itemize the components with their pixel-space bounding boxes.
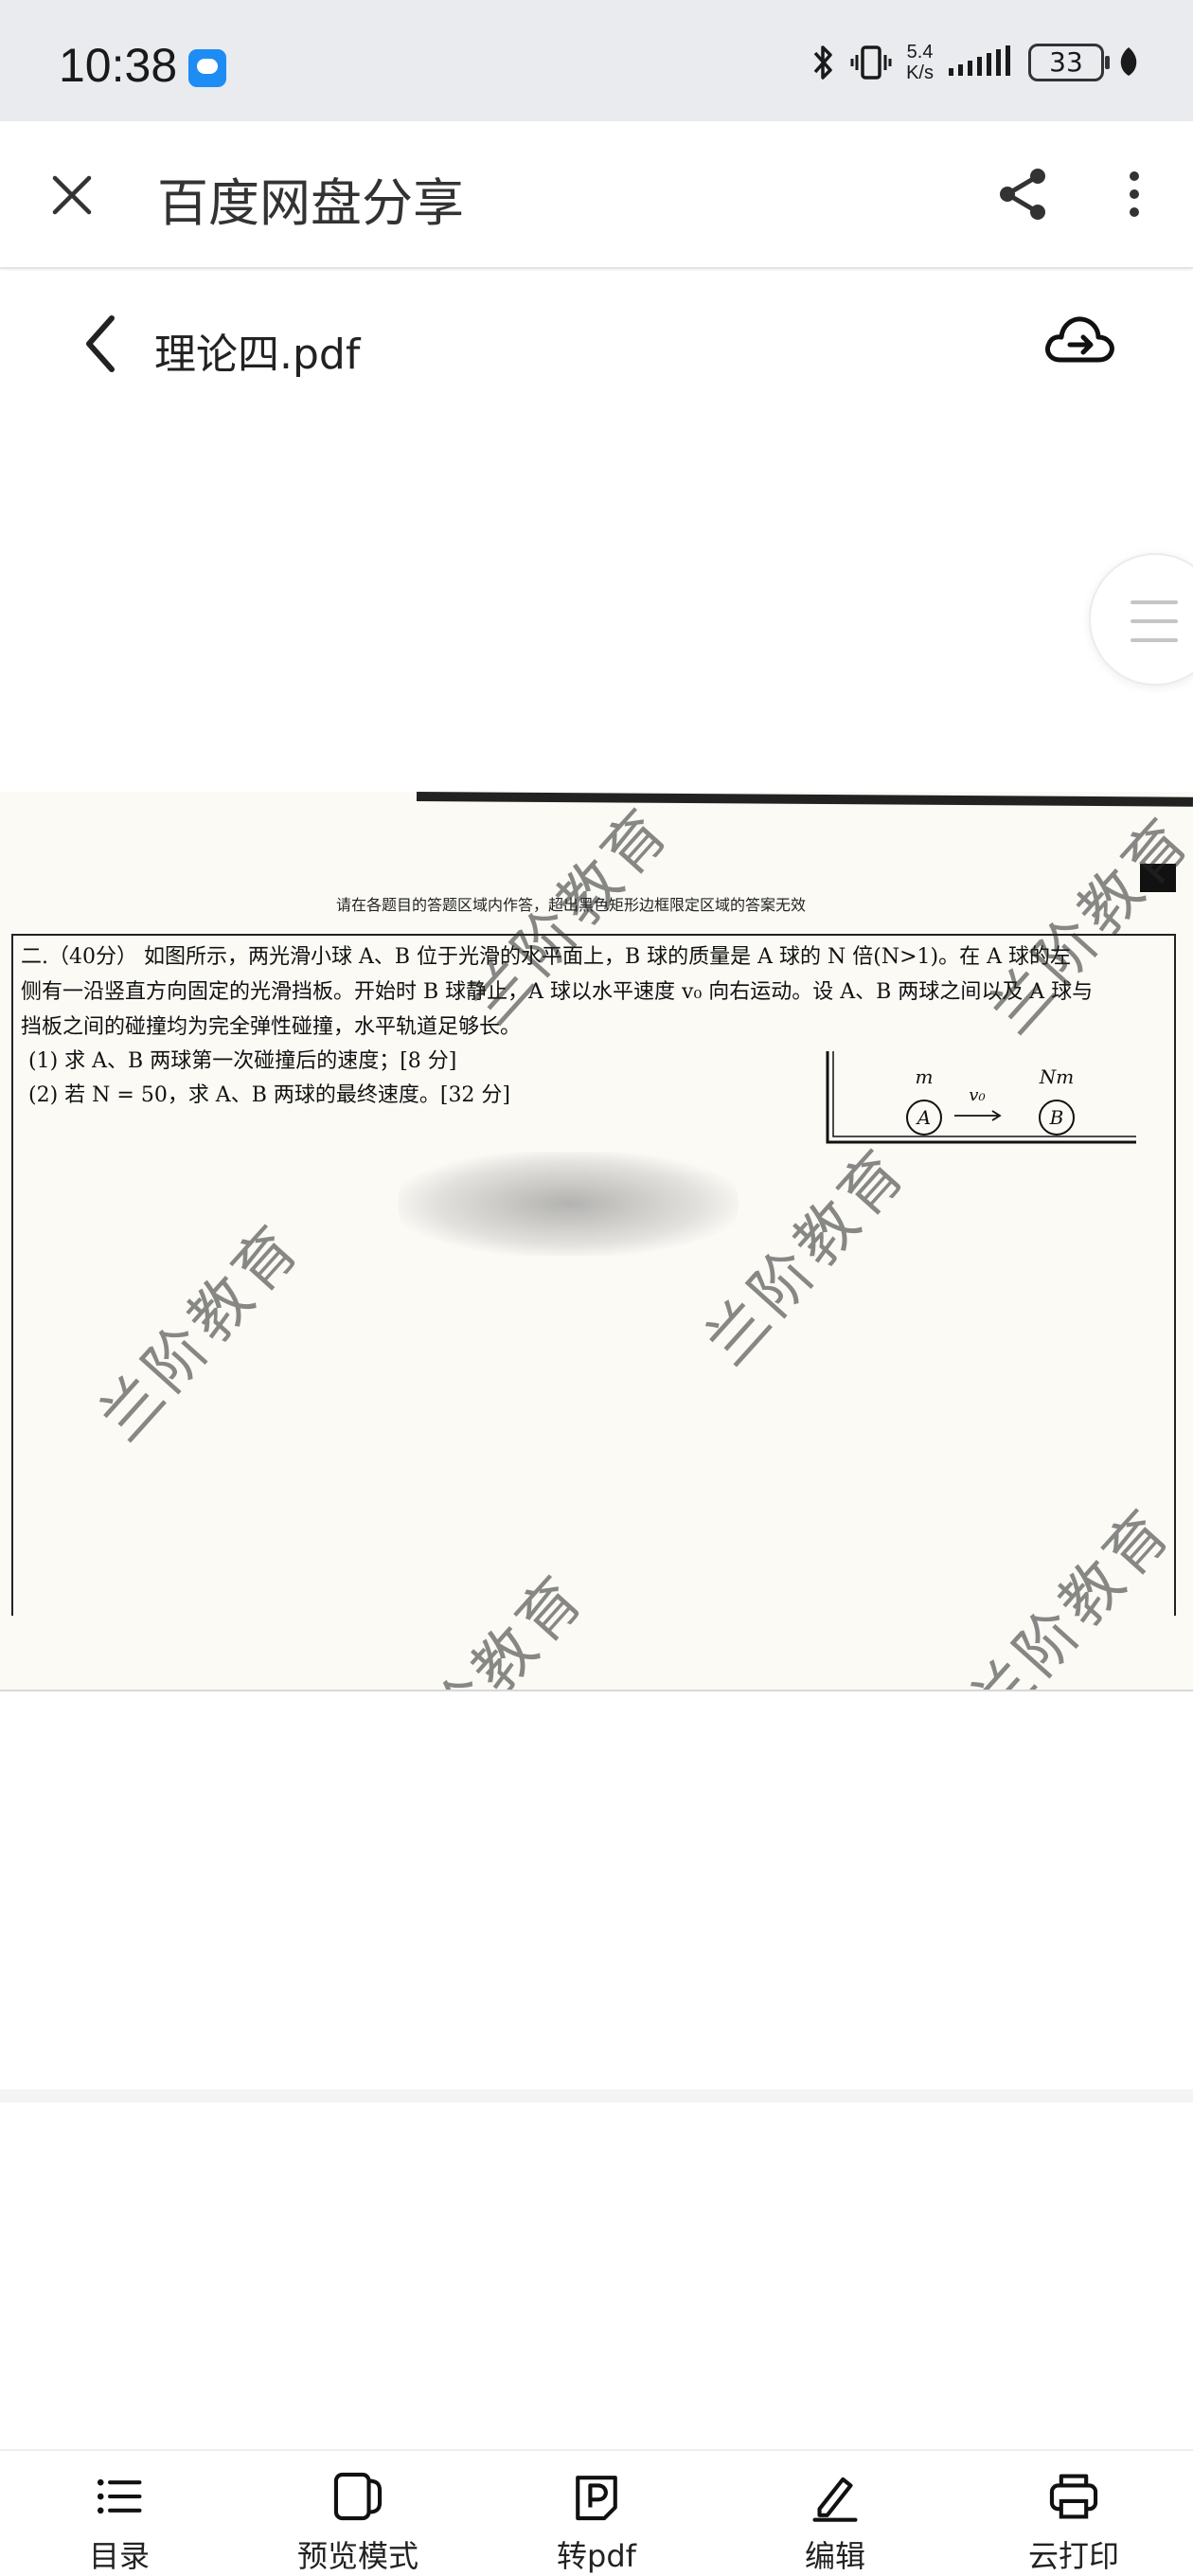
close-icon[interactable] (47, 170, 97, 220)
toolbar-item-toc[interactable]: 目录 (0, 2451, 239, 2576)
more-vertical-icon[interactable] (1113, 165, 1155, 224)
bottom-toolbar: 目录 预览模式 转pdf 编辑 云打印 (0, 2449, 1193, 2576)
edit-pen-icon (812, 2477, 858, 2522)
toolbar-label: 预览模式 (296, 2538, 418, 2574)
share-icon[interactable] (994, 165, 1053, 224)
sub-question-2: (2) 若 N = 50，求 A、B 两球的最终速度。[32 分] (28, 1083, 511, 1107)
side-menu-handle[interactable] (1089, 553, 1193, 686)
handle-line (1131, 619, 1178, 623)
toolbar-item-edit[interactable]: 编辑 (716, 2451, 954, 2576)
ball-a-label: A (916, 1106, 931, 1129)
chat-bubble-icon (188, 49, 226, 87)
toolbar-label: 云打印 (1027, 2538, 1119, 2574)
mass-a-label: m (916, 1065, 934, 1088)
vibrate-icon (850, 45, 892, 80)
page-top-edge (416, 792, 1193, 807)
list-icon (97, 2478, 142, 2514)
app-title: 百度网盘分享 (157, 173, 464, 233)
toolbar-item-convert-pdf[interactable]: 转pdf (477, 2451, 716, 2576)
mass-b-label: Nm (1039, 1065, 1074, 1088)
file-name: 理论四.pdf (154, 331, 361, 379)
page-gap (0, 2089, 1193, 2102)
handle-line (1131, 600, 1178, 604)
file-header: 理论四.pdf (0, 271, 1193, 419)
net-speed-unit: K/s (906, 63, 934, 83)
velocity-arrow (954, 1110, 1002, 1121)
net-speed-value: 5.4 (906, 42, 934, 63)
toolbar-item-cloud-print[interactable]: 云打印 (954, 2451, 1193, 2576)
scan-smudge (398, 1152, 739, 1256)
battery-icon: 33 (1028, 44, 1110, 81)
status-time: 10:38 (59, 39, 178, 92)
handle-line (1131, 638, 1178, 642)
toolbar-label: 转pdf (557, 2538, 636, 2574)
status-bar: 10:38 5.4 K/s 33 (0, 0, 1193, 121)
toolbar-item-preview-mode[interactable]: 预览模式 (239, 2451, 477, 2576)
ball-b-label: B (1049, 1106, 1064, 1129)
cloud-upload-icon[interactable] (1042, 309, 1117, 375)
toolbar-label: 目录 (88, 2538, 150, 2574)
app-header: 百度网盘分享 (0, 121, 1193, 269)
velocity-label: v₀ (969, 1085, 985, 1105)
preview-mode-icon (333, 2472, 383, 2521)
status-icons: 5.4 K/s 33 (811, 42, 1140, 83)
pdf-convert-icon (576, 2476, 617, 2521)
signal-icon (949, 45, 1010, 76)
pdf-page[interactable]: 请在各题目的答题区域内作答，超出黑色矩形边框限定区域的答案无效 二.（40分） … (0, 792, 1193, 1691)
net-speed: 5.4 K/s (906, 42, 934, 83)
bluetooth-icon (813, 45, 832, 80)
leaf-icon (1120, 47, 1137, 76)
printer-icon (1049, 2474, 1098, 2519)
toolbar-label: 编辑 (804, 2538, 865, 2574)
sub-question-1: (1) 求 A、B 两球第一次碰撞后的速度；[8 分] (28, 1049, 457, 1073)
back-chevron-icon[interactable] (76, 311, 127, 377)
